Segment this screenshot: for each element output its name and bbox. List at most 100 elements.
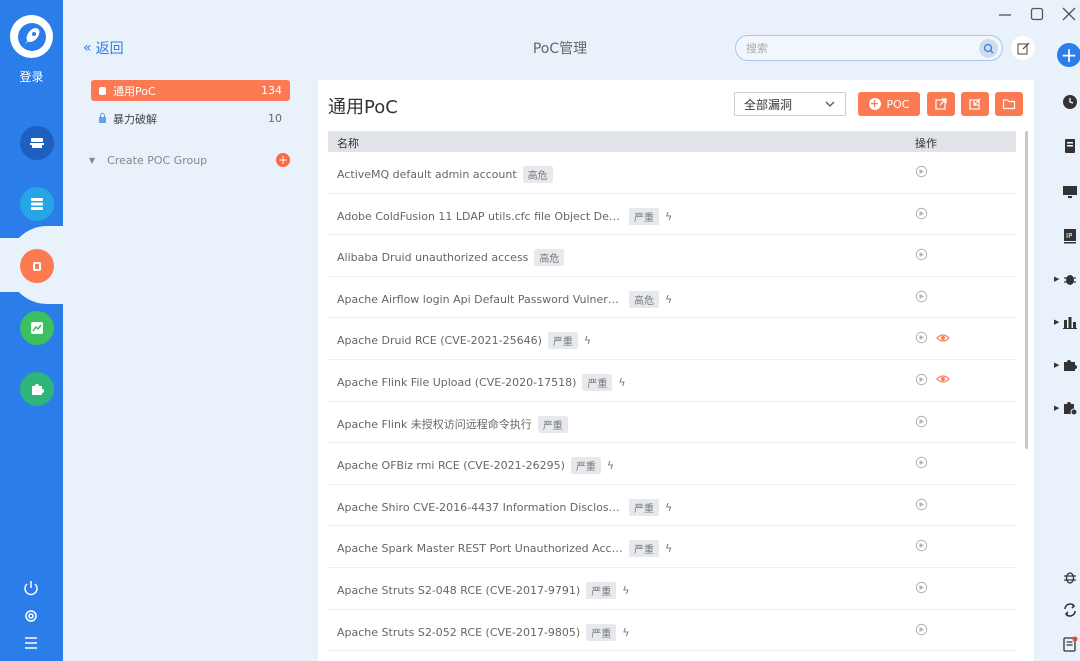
eye-icon[interactable] (936, 332, 950, 344)
poc-name: Apache Shiro CVE-2016-4437 Information D… (337, 500, 623, 514)
nav-plugin-button[interactable] (20, 372, 54, 406)
history-icon[interactable] (1061, 93, 1079, 111)
server-icon (30, 138, 44, 148)
run-icon[interactable] (915, 623, 928, 636)
table-row[interactable]: Alibaba Druid unauthorized access 高危 (328, 235, 1016, 277)
caret-right-icon: ▶ (1054, 404, 1060, 412)
poc-name: ActiveMQ default admin account (337, 168, 517, 181)
group-item-brute-force[interactable]: 暴力破解 10 (91, 108, 290, 129)
poc-name-cell: Apache Druid RCE (CVE-2021-25646) 严重 ϟ (337, 332, 592, 350)
login-link[interactable]: 登录 (0, 68, 63, 85)
table-row[interactable]: Apache OFBiz rmi RCE (CVE-2021-26295) 严重 ϟ (328, 443, 1016, 485)
caret-right-icon: ▶ (1054, 275, 1060, 283)
table-row[interactable]: Apache Flink 未授权访问远程命令执行 严重 (328, 402, 1016, 444)
nav-chart-button[interactable] (20, 311, 54, 345)
table-row[interactable]: Apache Flink File Upload (CVE-2020-17518… (328, 360, 1016, 402)
minimize-button[interactable] (996, 5, 1014, 23)
maximize-button[interactable] (1028, 5, 1046, 23)
add-group-button[interactable]: + (276, 153, 290, 167)
bug-icon[interactable] (1061, 270, 1079, 288)
nav-poc-button[interactable] (20, 249, 54, 283)
search-icon[interactable] (979, 39, 998, 58)
edit-button[interactable] (1011, 36, 1035, 60)
run-icon[interactable] (915, 373, 928, 386)
create-group-row[interactable]: ▼ Create POC Group + (89, 151, 290, 169)
close-button[interactable] (1060, 5, 1078, 23)
table-row[interactable]: Apache Shiro CVE-2016-4437 Information D… (328, 485, 1016, 527)
exploit-bolt-icon: ϟ (622, 583, 630, 597)
vuln-filter-select[interactable]: 全部漏洞 (734, 92, 846, 116)
exploit-bolt-icon: ϟ (583, 334, 592, 348)
nav-assets-button[interactable] (20, 126, 54, 160)
exploit-bolt-icon: ϟ (665, 500, 673, 514)
menu-icon[interactable] (20, 632, 42, 654)
refresh-icon[interactable] (1061, 601, 1079, 619)
table-row[interactable]: Adobe ColdFusion 11 LDAP utils.cfc file … (328, 194, 1016, 236)
poc-name: Apache Airflow login Api Default Passwor… (337, 292, 623, 306)
list-icon (31, 198, 43, 210)
table-row[interactable]: Apache Airflow login Api Default Passwor… (328, 277, 1016, 319)
search-input[interactable] (736, 36, 956, 60)
poc-name-cell: Apache Struts S2-048 RCE (CVE-2017-9791)… (337, 581, 630, 599)
poc-name-cell: Apache Flink File Upload (CVE-2020-17518… (337, 373, 626, 391)
severity-badge: 严重 (537, 415, 568, 433)
run-icon[interactable] (915, 165, 928, 178)
power-icon[interactable] (20, 577, 42, 599)
run-icon[interactable] (915, 415, 928, 428)
chart-icon (31, 322, 43, 334)
run-icon[interactable] (915, 331, 928, 344)
document-icon[interactable] (1061, 137, 1079, 155)
poc-name: Apache Flink 未授权访问远程命令执行 (337, 418, 532, 432)
row-actions (915, 373, 950, 386)
monitor-icon[interactable] (1061, 183, 1079, 201)
column-header-actions: 操作 (915, 137, 937, 150)
run-icon[interactable] (915, 581, 928, 594)
run-icon[interactable] (915, 290, 928, 303)
bug-scan-icon[interactable] (1061, 568, 1079, 586)
poc-name-cell: Apache Spark Master REST Port Unauthoriz… (337, 540, 672, 558)
poc-name: Apache Struts S2-052 RCE (CVE-2017-9805) (337, 625, 581, 639)
scrollbar[interactable] (1025, 131, 1028, 449)
run-icon[interactable] (915, 248, 928, 261)
run-icon[interactable] (915, 207, 928, 220)
folder-button[interactable] (995, 92, 1023, 116)
exploit-bolt-icon: ϟ (665, 292, 673, 306)
ip-icon[interactable]: IP (1061, 227, 1079, 245)
import-button[interactable] (961, 92, 989, 116)
bar-chart-icon[interactable] (1061, 313, 1079, 331)
group-count: 134 (261, 84, 282, 97)
back-button[interactable]: « 返回 (83, 38, 124, 58)
run-icon[interactable] (915, 539, 928, 552)
severity-badge: 严重 (582, 373, 613, 391)
severity-badge: 严重 (629, 207, 659, 225)
group-item-general-poc[interactable]: 通用PoC 134 (91, 80, 290, 101)
table-row[interactable]: ActiveMQ default admin account 高危 (328, 152, 1016, 194)
double-chevron-left-icon: « (83, 40, 92, 56)
notification-icon[interactable] (1061, 635, 1079, 653)
poc-name-cell: Adobe ColdFusion 11 LDAP utils.cfc file … (337, 207, 672, 225)
add-poc-button[interactable]: + POC (858, 92, 920, 116)
severity-badge: 严重 (629, 540, 659, 558)
table-row[interactable]: Apache Druid RCE (CVE-2021-25646) 严重 ϟ (328, 318, 1016, 360)
poc-panel: 通用PoC 全部漏洞 + POC 名称 操作 ActiveMQ default … (318, 80, 1034, 661)
exploit-bolt-icon: ϟ (622, 625, 630, 639)
run-icon[interactable] (915, 456, 928, 469)
eye-icon[interactable] (936, 373, 950, 385)
row-actions (915, 581, 928, 594)
table-row[interactable]: Apache Spark Master REST Port Unauthoriz… (328, 526, 1016, 568)
table-row[interactable]: Apache Struts S2-052 RCE (CVE-2017-9805)… (328, 610, 1016, 652)
plugin-settings-icon[interactable] (1061, 399, 1079, 417)
severity-badge: 严重 (547, 332, 578, 350)
svg-text:IP: IP (1066, 232, 1072, 240)
nav-list-button[interactable] (20, 187, 54, 221)
app-logo (10, 15, 53, 58)
add-task-button[interactable]: + (1057, 43, 1080, 67)
run-icon[interactable] (915, 498, 928, 511)
folder-icon (1002, 99, 1016, 110)
export-button[interactable] (927, 92, 955, 116)
settings-icon[interactable] (20, 605, 42, 627)
puzzle-icon[interactable] (1061, 356, 1079, 374)
table-row[interactable]: Apache Struts S2-048 RCE (CVE-2017-9791)… (328, 568, 1016, 610)
group-label: 暴力破解 (113, 112, 157, 126)
left-nav: 登录 (0, 0, 68, 661)
